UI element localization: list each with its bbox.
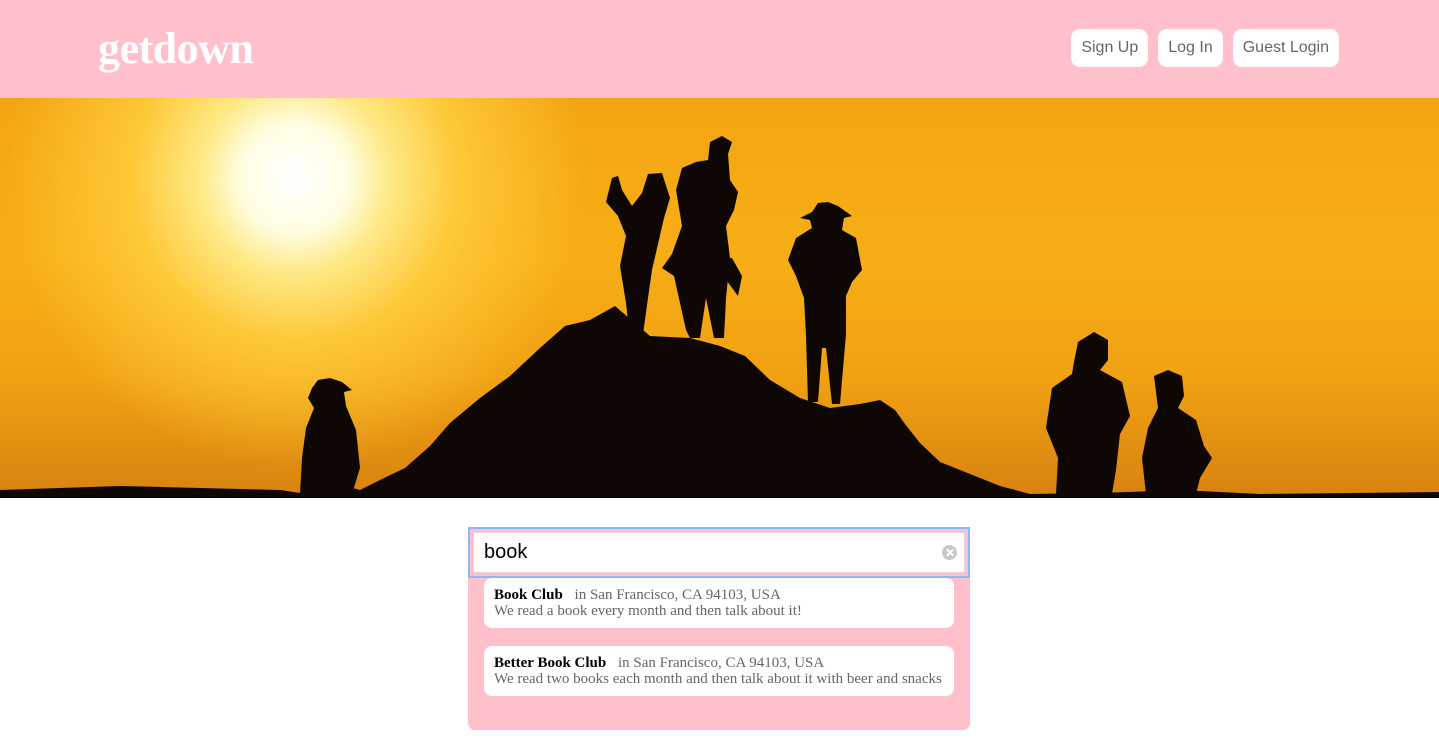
result-name: Better Book Club	[494, 655, 607, 671]
search-input[interactable]	[473, 532, 965, 573]
result-description: We read a book every month and then talk…	[494, 603, 802, 619]
clear-circle-icon[interactable]	[942, 545, 957, 560]
result-location: in San Francisco, CA 94103, USA	[617, 655, 825, 671]
signup-button[interactable]: Sign Up	[1071, 29, 1149, 67]
result-name: Book Club	[494, 587, 563, 603]
search-result-item[interactable]: Book Club in San Francisco, CA 94103, US…	[484, 578, 954, 628]
search-panel: Book Club in San Francisco, CA 94103, US…	[468, 527, 970, 730]
search-result-item[interactable]: Better Book Club in San Francisco, CA 94…	[484, 646, 954, 696]
guest-login-button[interactable]: Guest Login	[1232, 29, 1339, 67]
hero-image	[0, 98, 1439, 498]
search-box	[468, 527, 970, 578]
result-description: We read two books each month and then ta…	[494, 671, 942, 687]
result-location: in San Francisco, CA 94103, USA	[574, 587, 781, 603]
logo[interactable]: getdown	[98, 24, 254, 74]
nav-bar: Sign Up Log In Guest Login	[1071, 29, 1339, 67]
site-header: getdown Sign Up Log In Guest Login	[0, 0, 1439, 98]
login-button[interactable]: Log In	[1158, 29, 1223, 67]
hero-silhouette	[0, 136, 1439, 498]
